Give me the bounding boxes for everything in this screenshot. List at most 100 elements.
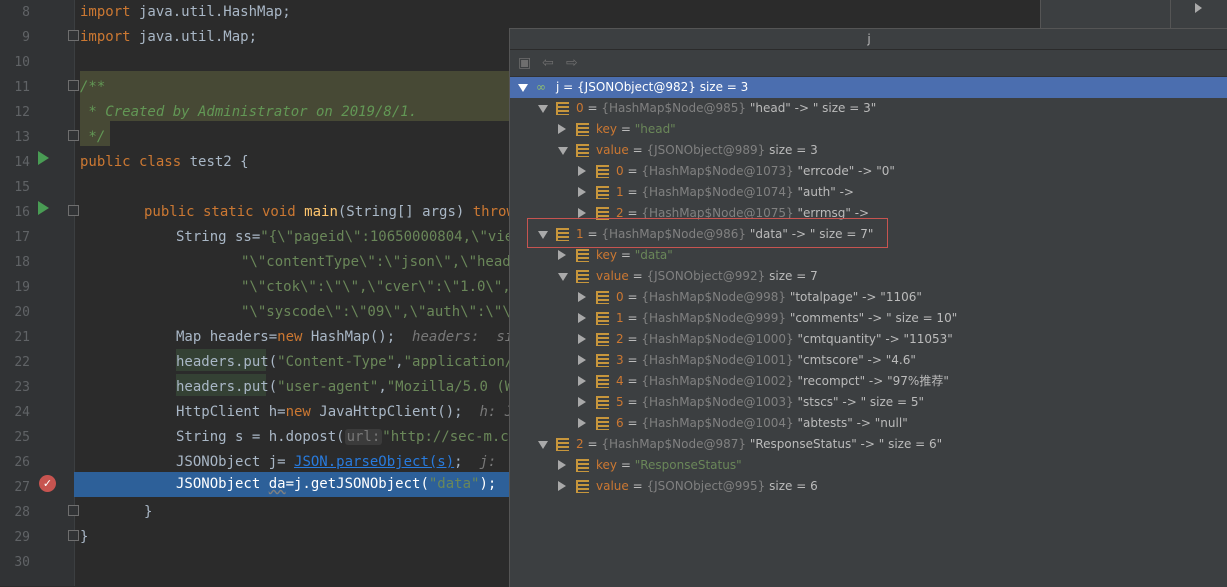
collapsed-arrow-icon[interactable] <box>578 397 586 407</box>
tree-row-text: key = "head" <box>596 119 676 140</box>
tree-type: {JSONObject@989} <box>646 143 766 157</box>
collapsed-arrow-icon[interactable] <box>558 124 566 134</box>
tree-row[interactable]: 2 = {HashMap$Node@1000} "cmtquantity" ->… <box>510 329 1227 350</box>
tree-row-text: key = "ResponseStatus" <box>596 455 742 476</box>
tree-row[interactable]: key = "ResponseStatus" <box>510 455 1227 476</box>
field-icon <box>596 333 609 346</box>
field-icon <box>576 270 589 283</box>
tree-row-text: 1 = {HashMap$Node@1074} "auth" -> <box>616 182 854 203</box>
collapsed-arrow-icon[interactable] <box>578 418 586 428</box>
tree-eq: = <box>583 101 602 115</box>
tree-val: "head" -> " size = 3" <box>746 101 877 115</box>
tree-type: {HashMap$Node@998} <box>641 290 787 304</box>
expanded-arrow-icon[interactable] <box>538 441 548 449</box>
collapsed-arrow-icon[interactable] <box>578 166 586 176</box>
tree-row[interactable]: 0 = {HashMap$Node@998} "totalpage" -> "1… <box>510 287 1227 308</box>
tree-type: {HashMap$Node@985} <box>601 101 747 115</box>
fold-icon[interactable] <box>68 30 79 41</box>
variable-inspector-popup[interactable]: j ▣ ⇦ ⇨ ∞ j = {JSONObject@982} size = 30 … <box>509 28 1227 587</box>
tree-type: {JSONObject@992} <box>646 269 766 283</box>
expanded-arrow-icon[interactable] <box>538 105 548 113</box>
tree-name: 5 <box>616 395 624 409</box>
annotation-box <box>527 218 888 248</box>
line-number: 16 <box>14 205 30 220</box>
fold-icon[interactable] <box>68 205 79 216</box>
back-icon[interactable]: ⇦ <box>542 55 554 71</box>
collapsed-arrow-icon[interactable] <box>578 376 586 386</box>
tree-eq: = <box>617 122 635 136</box>
run-icon[interactable] <box>38 151 49 165</box>
line-number: 8 <box>22 5 30 20</box>
tree-type: {HashMap$Node@1074} <box>641 185 794 199</box>
tree-name: key <box>596 122 618 136</box>
restore-icon[interactable]: ▣ <box>518 55 531 71</box>
field-icon <box>556 438 569 451</box>
field-icon <box>596 375 609 388</box>
breakpoint-icon[interactable]: ✓ <box>39 475 56 492</box>
tree-eq: = <box>628 269 647 283</box>
expanded-arrow-icon[interactable] <box>558 273 568 281</box>
fold-icon[interactable] <box>68 130 79 141</box>
tree-val: "cmtquantity" -> "11053" <box>793 332 953 346</box>
tree-row[interactable]: 3 = {HashMap$Node@1001} "cmtscore" -> "4… <box>510 350 1227 371</box>
fold-icon[interactable] <box>68 530 79 541</box>
collapsed-arrow-icon[interactable] <box>578 292 586 302</box>
collapsed-arrow-icon[interactable] <box>578 187 586 197</box>
variable-da: da <box>268 476 286 492</box>
tree-row[interactable]: 1 = {HashMap$Node@999} "comments" -> " s… <box>510 308 1227 329</box>
field-icon <box>596 186 609 199</box>
run-icon[interactable] <box>38 201 49 215</box>
line-number: 12 <box>14 105 30 120</box>
tree-row[interactable]: 0 = {HashMap$Node@1073} "errcode" -> "0" <box>510 161 1227 182</box>
collapsed-arrow-icon[interactable] <box>558 481 566 491</box>
tree-row[interactable]: ∞ j = {JSONObject@982} size = 3 <box>510 77 1227 98</box>
line-number: 20 <box>14 305 30 320</box>
tree-row[interactable]: 0 = {HashMap$Node@985} "head" -> " size … <box>510 98 1227 119</box>
forward-icon[interactable]: ⇨ <box>566 55 578 71</box>
line-number: 17 <box>14 230 30 245</box>
code-text: ; <box>454 454 463 470</box>
line-number: 25 <box>14 430 30 445</box>
collapsed-arrow-icon[interactable] <box>558 460 566 470</box>
collapsed-arrow-icon[interactable] <box>558 250 566 260</box>
tree-val: "head" <box>634 122 676 136</box>
collapsed-arrow-icon[interactable] <box>578 334 586 344</box>
tree-row[interactable]: 2 = {HashMap$Node@987} "ResponseStatus" … <box>510 434 1227 455</box>
tree-eq: = <box>623 332 642 346</box>
tree-row[interactable]: 1 = {HashMap$Node@1074} "auth" -> <box>510 182 1227 203</box>
tree-val: "totalpage" -> "1106" <box>786 290 922 304</box>
tree-type: {HashMap$Node@987} <box>601 437 747 451</box>
tree-row[interactable]: value = {JSONObject@989} size = 3 <box>510 140 1227 161</box>
tree-row-text: value = {JSONObject@989} size = 3 <box>596 140 818 161</box>
collapsed-arrow-icon[interactable] <box>578 313 586 323</box>
collapsed-arrow-icon[interactable] <box>578 208 586 218</box>
expand-arrow-icon[interactable] <box>1195 3 1202 13</box>
expanded-arrow-icon[interactable] <box>518 84 528 92</box>
tree-row-text: 3 = {HashMap$Node@1001} "cmtscore" -> "4… <box>616 350 916 371</box>
field-icon <box>556 102 569 115</box>
field-icon <box>596 396 609 409</box>
line-number: 19 <box>14 280 30 295</box>
tree-row[interactable]: 4 = {HashMap$Node@1002} "recompct" -> "9… <box>510 371 1227 392</box>
tree-row[interactable]: 5 = {HashMap$Node@1003} "stscs" -> " siz… <box>510 392 1227 413</box>
tree-row[interactable]: key = "head" <box>510 119 1227 140</box>
tree-val: size = 7 <box>765 269 818 283</box>
tree-val: "errcode" -> "0" <box>793 164 895 178</box>
tree-row[interactable]: value = {JSONObject@995} size = 6 <box>510 476 1227 497</box>
expanded-arrow-icon[interactable] <box>558 147 568 155</box>
tree-row[interactable]: key = "data" <box>510 245 1227 266</box>
line-number: 24 <box>14 405 30 420</box>
keyword: public class <box>80 154 182 170</box>
tree-eq: = <box>617 248 635 262</box>
method-link[interactable]: JSON.parseObject(s) <box>294 454 454 470</box>
tree-name: value <box>596 269 629 283</box>
tree-eq: = <box>623 416 642 430</box>
tree-row[interactable]: 6 = {HashMap$Node@1004} "abtests" -> "nu… <box>510 413 1227 434</box>
line-number: 11 <box>14 80 30 95</box>
tree-row[interactable]: value = {JSONObject@992} size = 7 <box>510 266 1227 287</box>
fold-icon[interactable] <box>68 80 79 91</box>
fold-icon[interactable] <box>68 505 79 516</box>
tree-row-text: 5 = {HashMap$Node@1003} "stscs" -> " siz… <box>616 392 924 413</box>
field-icon <box>596 312 609 325</box>
collapsed-arrow-icon[interactable] <box>578 355 586 365</box>
